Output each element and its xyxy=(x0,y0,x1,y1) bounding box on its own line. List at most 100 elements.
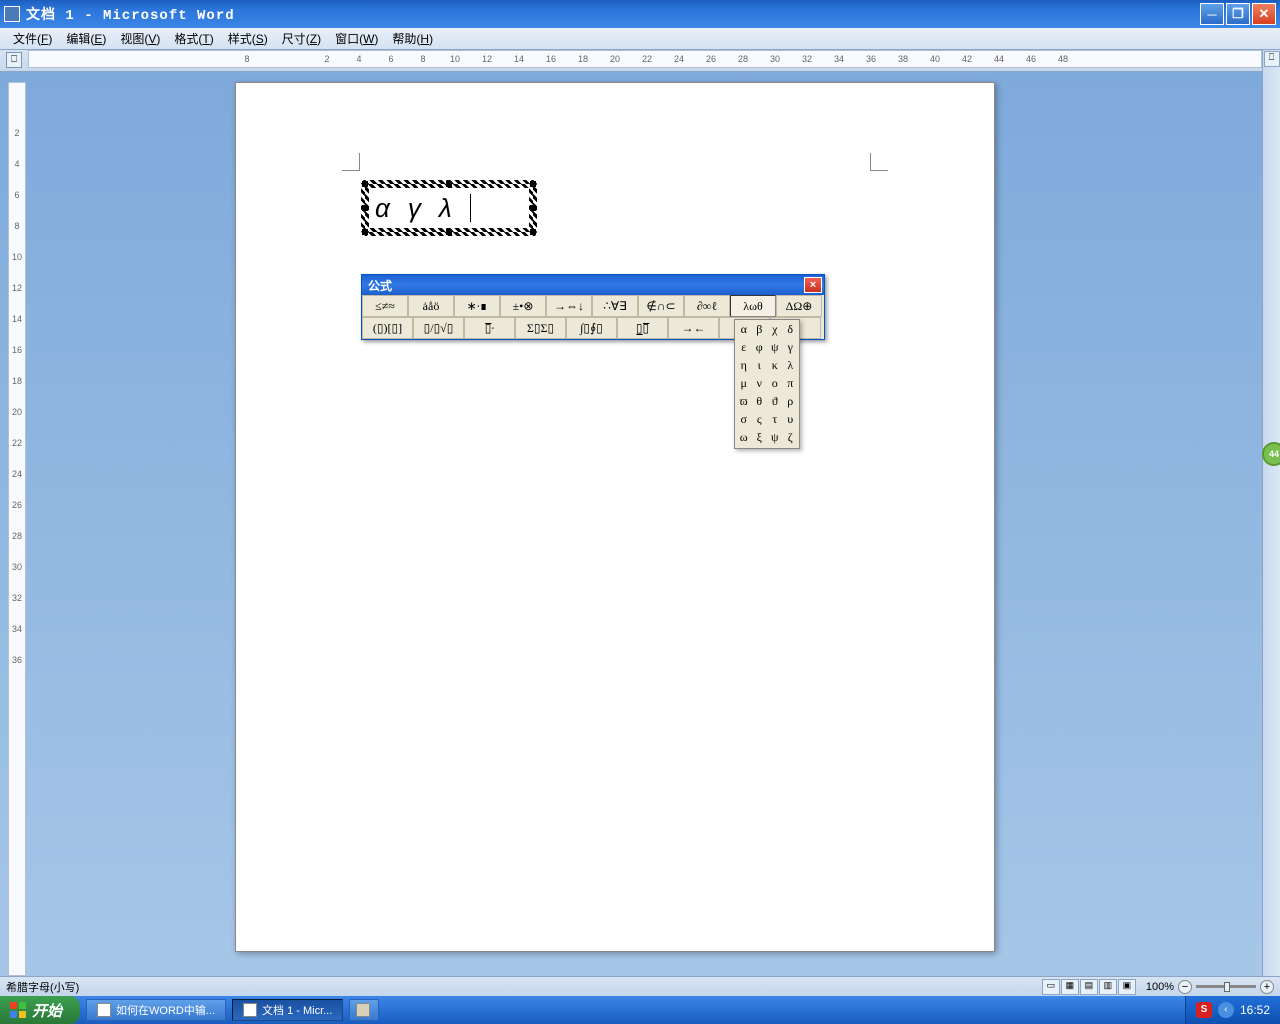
ruler-tick: 26 xyxy=(12,490,22,521)
taskbar-item[interactable]: 文档 1 - Micr... xyxy=(232,999,343,1021)
equation-palette-button[interactable]: ∂∞ℓ xyxy=(684,295,730,317)
menu-item-e[interactable]: 编辑(E) xyxy=(59,28,113,49)
menu-item-s[interactable]: 样式(S) xyxy=(221,28,275,49)
menu-item-f[interactable]: 文件(F) xyxy=(6,28,59,49)
equation-toolbar-close-button[interactable]: × xyxy=(804,277,822,293)
horizontal-ruler[interactable]: 8246810121416182022242628303234363840424… xyxy=(28,50,1262,68)
greek-letter-button[interactable]: δ xyxy=(783,321,799,339)
equation-template-button[interactable]: ▯̲▯̅ xyxy=(617,317,668,339)
zoom-out-button[interactable]: − xyxy=(1178,980,1192,994)
greek-letter-button[interactable]: ω xyxy=(736,429,752,447)
view-mode-button[interactable]: ▣ xyxy=(1118,979,1136,995)
resize-handle[interactable] xyxy=(446,229,452,235)
view-mode-button[interactable]: ▦ xyxy=(1061,979,1079,995)
ruler-tick: 36 xyxy=(863,54,879,64)
page-badge[interactable]: 44 xyxy=(1262,442,1280,466)
equation-template-button[interactable]: Σ▯Σ▯ xyxy=(515,317,566,339)
menu-item-h[interactable]: 帮助(H) xyxy=(385,28,440,49)
greek-letter-button[interactable]: η xyxy=(736,357,752,375)
greek-letter-button[interactable]: ϑ xyxy=(767,393,783,411)
equation-palette-button[interactable]: ΔΩ⊕ xyxy=(776,295,822,317)
document-page[interactable]: α γλ xyxy=(235,82,995,952)
greek-letters-panel[interactable]: αβχδεφψγηικλμνοπϖθϑρσςτυωξψζ xyxy=(734,319,800,449)
view-mode-button[interactable]: ▥ xyxy=(1099,979,1117,995)
greek-letter-button[interactable]: ζ xyxy=(783,429,799,447)
equation-palette-button[interactable]: ±•⊗ xyxy=(500,295,546,317)
taskbar-item[interactable]: 如何在WORD中输... xyxy=(86,999,226,1021)
greek-letter-button[interactable]: φ xyxy=(752,339,768,357)
equation-palette-button[interactable]: ∉∩⊂ xyxy=(638,295,684,317)
greek-letter-button[interactable]: π xyxy=(783,375,799,393)
greek-letter-button[interactable]: ο xyxy=(767,375,783,393)
vertical-scrollbar[interactable]: ⎕ 44 xyxy=(1262,50,1280,976)
close-button[interactable]: ✕ xyxy=(1252,3,1276,25)
minimize-button[interactable]: ─ xyxy=(1200,3,1224,25)
greek-letter-button[interactable]: υ xyxy=(783,411,799,429)
greek-letter-button[interactable]: σ xyxy=(736,411,752,429)
ruler-tick: 24 xyxy=(671,54,687,64)
ruler-toggle-icon[interactable]: ⎕ xyxy=(1264,51,1280,67)
paragraph-marks-button[interactable]: ⎕ xyxy=(6,52,22,68)
equation-palette-button[interactable]: ȧåö xyxy=(408,295,454,317)
resize-handle[interactable] xyxy=(446,181,452,187)
equation-palette-button[interactable]: ∴∀∃ xyxy=(592,295,638,317)
equation-template-button[interactable]: (▯)[▯] xyxy=(362,317,413,339)
greek-letter-button[interactable]: λ xyxy=(783,357,799,375)
greek-letter-button[interactable]: ς xyxy=(752,411,768,429)
menu-item-t[interactable]: 格式(T) xyxy=(167,28,220,49)
equation-template-button[interactable]: ▯/▯√▯ xyxy=(413,317,464,339)
resize-handle[interactable] xyxy=(362,181,368,187)
equation-palette-button[interactable]: ≤≠≈ xyxy=(362,295,408,317)
equation-palette-button[interactable]: λωθ xyxy=(730,295,776,317)
greek-letter-button[interactable]: ρ xyxy=(783,393,799,411)
tray-expand-icon[interactable]: ‹ xyxy=(1218,1002,1234,1018)
greek-letter-button[interactable]: α xyxy=(736,321,752,339)
greek-letter-button[interactable]: ξ xyxy=(752,429,768,447)
greek-letter-button[interactable]: β xyxy=(752,321,768,339)
greek-letter-button[interactable]: ν xyxy=(752,375,768,393)
resize-handle[interactable] xyxy=(530,229,536,235)
equation-toolbar-titlebar[interactable]: 公式 × xyxy=(362,275,824,295)
equation-palette-button[interactable]: ∗∙∎ xyxy=(454,295,500,317)
equation-palette-button[interactable]: →⇔↓ xyxy=(546,295,592,317)
equation-object[interactable]: αγλ xyxy=(361,180,537,236)
equation-template-button[interactable]: →← xyxy=(668,317,719,339)
greek-letter-button[interactable]: ψ xyxy=(767,339,783,357)
greek-letter-button[interactable]: ι xyxy=(752,357,768,375)
view-mode-button[interactable]: ▤ xyxy=(1080,979,1098,995)
greek-letter-button[interactable]: χ xyxy=(767,321,783,339)
vertical-ruler[interactable]: 24681012141618202224262830323436 xyxy=(8,82,26,976)
ruler-tick: 4 xyxy=(351,54,367,64)
greek-letter-button[interactable]: ψ xyxy=(767,429,783,447)
equation-content[interactable]: αγλ xyxy=(369,188,529,228)
ime-icon[interactable]: S xyxy=(1196,1002,1212,1018)
equation-template-button[interactable]: ▯̅∙ xyxy=(464,317,515,339)
greek-letter-button[interactable]: τ xyxy=(767,411,783,429)
view-mode-button[interactable]: ▭ xyxy=(1042,979,1060,995)
taskbar: 开始 如何在WORD中输... 文档 1 - Micr... S ‹ 16:52 xyxy=(0,996,1280,1024)
greek-letter-button[interactable]: κ xyxy=(767,357,783,375)
taskbar-item-label: 如何在WORD中输... xyxy=(116,1002,215,1018)
zoom-thumb[interactable] xyxy=(1224,982,1230,992)
greek-letter-button[interactable]: ϖ xyxy=(736,393,752,411)
equation-template-button[interactable]: ∫▯∮▯ xyxy=(566,317,617,339)
resize-handle[interactable] xyxy=(530,205,536,211)
margin-marker-tl xyxy=(342,153,360,171)
clock[interactable]: 16:52 xyxy=(1240,1003,1270,1017)
resize-handle[interactable] xyxy=(530,181,536,187)
menu-item-z[interactable]: 尺寸(Z) xyxy=(275,28,328,49)
greek-letter-button[interactable]: μ xyxy=(736,375,752,393)
zoom-slider[interactable] xyxy=(1196,985,1256,988)
resize-handle[interactable] xyxy=(362,229,368,235)
taskbar-item-small[interactable] xyxy=(349,999,379,1021)
greek-letter-button[interactable]: θ xyxy=(752,393,768,411)
zoom-in-button[interactable]: + xyxy=(1260,980,1274,994)
maximize-button[interactable]: ❐ xyxy=(1226,3,1250,25)
ruler-tick: 20 xyxy=(12,397,22,428)
resize-handle[interactable] xyxy=(362,205,368,211)
greek-letter-button[interactable]: ε xyxy=(736,339,752,357)
menu-item-v[interactable]: 视图(V) xyxy=(113,28,167,49)
start-button[interactable]: 开始 xyxy=(0,996,80,1024)
menu-item-w[interactable]: 窗口(W) xyxy=(328,28,385,49)
greek-letter-button[interactable]: γ xyxy=(783,339,799,357)
